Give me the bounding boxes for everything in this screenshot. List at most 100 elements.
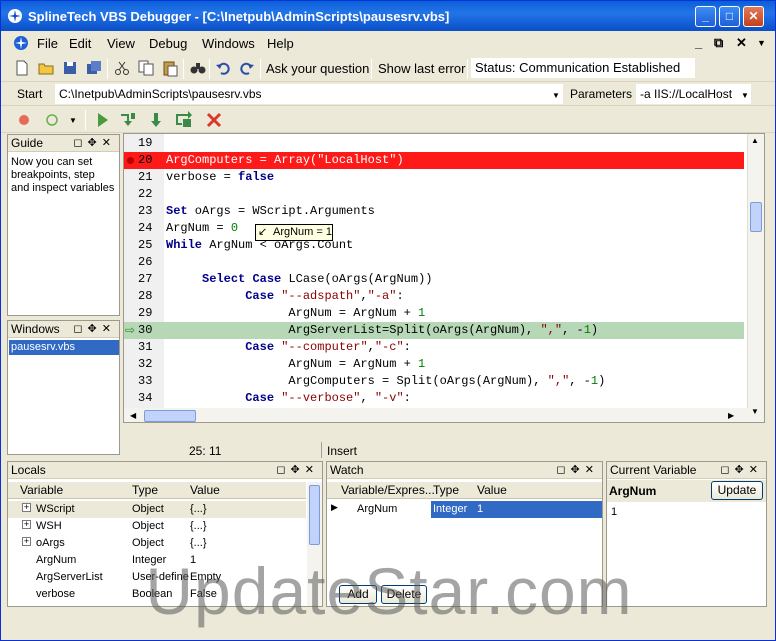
locals-column-type[interactable]: Type [132, 483, 158, 497]
code-editor[interactable]: 19 20 ArgComputers = Array("LocalHost") 21 v… [123, 133, 765, 423]
window-list-item[interactable]: pausesrv.vbs [9, 340, 119, 355]
expand-icon[interactable]: + [22, 503, 31, 512]
code-line[interactable]: 24 ArgNum = 0 [124, 220, 744, 237]
watch-column-variable[interactable]: Variable/Expres... [341, 483, 435, 497]
code-line[interactable]: 25 While ArgNum < oArgs.Count [124, 237, 744, 254]
mdi-close-icon[interactable]: ✕ [736, 35, 747, 51]
line-number[interactable]: 21 [138, 169, 162, 186]
paste-icon[interactable] [161, 59, 179, 77]
watch-column-type[interactable]: Type [433, 483, 459, 497]
editor-horizontal-scrollbar[interactable]: ◀ ▶ [124, 408, 749, 422]
code-line[interactable]: 22 [124, 186, 744, 203]
maximize-button[interactable]: □ [719, 6, 740, 27]
mdi-minimize-icon[interactable]: _ [695, 35, 702, 50]
current-variable-controls[interactable]: ◻✥✕ [720, 462, 763, 478]
watch-column-value[interactable]: Value [477, 483, 507, 497]
menu-windows[interactable]: Windows [202, 36, 255, 51]
save-all-icon[interactable] [85, 59, 103, 77]
watch-panel-controls[interactable]: ◻✥✕ [556, 462, 599, 478]
save-icon[interactable] [61, 59, 79, 77]
line-number[interactable]: 27 [138, 271, 162, 288]
line-number[interactable]: 26 [138, 254, 162, 271]
horizontal-scroll-thumb[interactable] [144, 410, 196, 422]
current-variable-value[interactable]: 1 [611, 506, 617, 518]
find-icon[interactable] [189, 59, 207, 77]
close-button[interactable]: ✕ [743, 6, 764, 27]
stop-icon[interactable] [205, 111, 223, 129]
vertical-scroll-thumb[interactable] [750, 202, 762, 232]
locals-column-value[interactable]: Value [190, 483, 220, 497]
code-line[interactable]: 27 Select Case LCase(oArgs(ArgNum)) [124, 271, 744, 288]
script-path-combo[interactable]: C:\Inetpub\AdminScripts\pausesrv.vbs [55, 84, 563, 104]
menu-file[interactable]: File [37, 36, 58, 51]
code-line[interactable]: 28 Case "--adspath","-a": [124, 288, 744, 305]
menu-edit[interactable]: Edit [69, 36, 91, 51]
open-folder-icon[interactable] [37, 59, 55, 77]
redo-icon[interactable] [237, 59, 255, 77]
script-path-dropdown-icon[interactable]: ▼ [552, 91, 560, 100]
scroll-left-icon[interactable]: ◀ [130, 411, 136, 420]
line-number[interactable]: 25 [138, 237, 162, 254]
minimize-button[interactable]: _ [695, 6, 716, 27]
line-number[interactable]: 32 [138, 356, 162, 373]
new-file-icon[interactable] [13, 59, 31, 77]
watch-row[interactable]: ▶ ArgNum Integer 1 [327, 501, 602, 518]
code-line[interactable]: 32 ArgNum = ArgNum + 1 [124, 356, 744, 373]
ask-question-button[interactable]: Ask your question [266, 61, 369, 76]
code-line[interactable]: 30 ⇨ ArgServerList=Split(oArgs(ArgNum), "… [124, 322, 744, 339]
code-line[interactable]: 29 ArgNum = ArgNum + 1 [124, 305, 744, 322]
expand-icon[interactable]: + [22, 537, 31, 546]
guide-panel-controls[interactable]: ◻✥✕ [73, 135, 116, 151]
menu-debug[interactable]: Debug [149, 36, 187, 51]
title-bar[interactable]: SplineTech VBS Debugger - [C:\Inetpub\Ad… [1, 1, 775, 31]
step-into-icon[interactable] [119, 111, 137, 129]
breakpoint-icon[interactable] [127, 157, 134, 164]
code-line[interactable]: 26 [124, 254, 744, 271]
line-number[interactable]: 29 [138, 305, 162, 322]
line-number[interactable]: 28 [138, 288, 162, 305]
line-number[interactable]: 19 [138, 135, 162, 152]
parameters-combo[interactable]: -a IIS://LocalHost [636, 84, 751, 104]
breakpoint-toggle-icon[interactable] [15, 111, 33, 129]
menu-view[interactable]: View [107, 36, 135, 51]
locals-row[interactable]: + WSH Object {...} [8, 518, 306, 535]
undo-icon[interactable] [215, 59, 233, 77]
cut-icon[interactable] [113, 59, 131, 77]
expand-icon[interactable]: + [22, 520, 31, 529]
locals-row[interactable]: + WScript Object {...} [8, 501, 306, 518]
update-button[interactable]: Update [711, 481, 763, 500]
code-line[interactable]: 21 verbose = false [124, 169, 744, 186]
code-line[interactable]: 19 [124, 135, 744, 152]
code-line[interactable]: 20 ArgComputers = Array("LocalHost") [124, 152, 744, 169]
code-line[interactable]: 33 ArgComputers = Split(oArgs(ArgNum), "… [124, 373, 744, 390]
locals-scroll-thumb[interactable] [309, 485, 320, 545]
step-over-icon[interactable] [147, 111, 165, 129]
code-line[interactable]: 34 Case "--verbose", "-v": [124, 390, 744, 407]
locals-row[interactable]: + oArgs Object {...} [8, 535, 306, 552]
line-number[interactable]: 33 [138, 373, 162, 390]
document-icon[interactable] [13, 35, 29, 51]
line-number[interactable]: 31 [138, 339, 162, 356]
menu-overflow-icon[interactable]: ▼ [757, 38, 766, 48]
line-number[interactable]: 24 [138, 220, 162, 237]
line-number[interactable]: 22 [138, 186, 162, 203]
windows-panel-controls[interactable]: ◻✥✕ [73, 321, 116, 337]
scroll-down-icon[interactable]: ▼ [751, 407, 759, 416]
parameters-dropdown-icon[interactable]: ▼ [741, 91, 749, 100]
locals-panel-controls[interactable]: ◻✥✕ [276, 462, 319, 478]
menu-help[interactable]: Help [267, 36, 294, 51]
code-line[interactable]: 31 Case "--computer","-c": [124, 339, 744, 356]
code-line[interactable]: 23 Set oArgs = WScript.Arguments [124, 203, 744, 220]
run-icon[interactable] [93, 111, 111, 129]
line-number[interactable]: 30 [138, 322, 162, 339]
copy-icon[interactable] [137, 59, 155, 77]
scroll-up-icon[interactable]: ▲ [751, 136, 759, 145]
editor-vertical-scrollbar[interactable]: ▲ ▼ [747, 134, 764, 422]
start-label[interactable]: Start [17, 87, 42, 101]
mdi-restore-icon[interactable]: ⧉ [714, 35, 723, 51]
show-last-error-button[interactable]: Show last error [378, 61, 465, 76]
locals-column-variable[interactable]: Variable [20, 483, 63, 497]
step-out-icon[interactable] [175, 111, 193, 129]
breakpoint-dropdown-icon[interactable]: ▼ [69, 116, 77, 125]
line-number[interactable]: 20 [138, 152, 162, 169]
